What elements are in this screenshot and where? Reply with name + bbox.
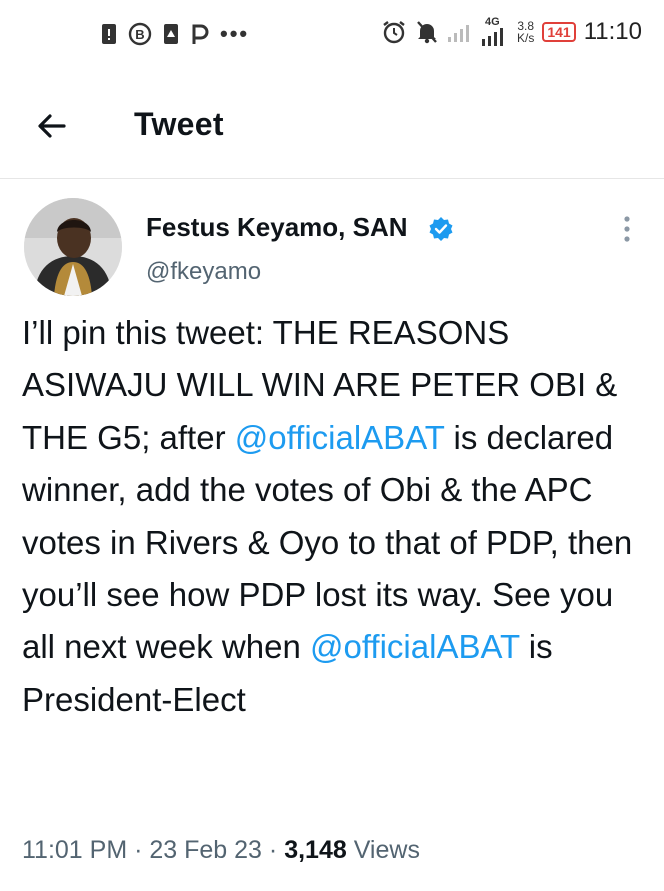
network-speed: 3.8 K/s bbox=[517, 20, 534, 44]
status-time: 11:10 bbox=[583, 18, 642, 45]
mute-bell-icon bbox=[417, 21, 437, 44]
back-arrow-icon[interactable] bbox=[34, 108, 70, 144]
tweet-meta: 11:01 PM · 23 Feb 23 · 3,148 Views bbox=[22, 836, 420, 865]
tweet-text: I’ll pin this tweet: THE REASONS ASIWAJU… bbox=[22, 307, 652, 726]
alarm-icon bbox=[383, 21, 405, 44]
signal-weak-icon bbox=[448, 25, 470, 42]
avatar-image bbox=[24, 198, 122, 296]
download-notice-icon bbox=[164, 24, 178, 44]
avatar[interactable] bbox=[24, 198, 122, 296]
status-bar: B ••• 4G 3.8 K/s 141 11:10 bbox=[0, 0, 664, 72]
separator: · bbox=[261, 836, 285, 864]
signal-4g: 4G bbox=[481, 16, 509, 46]
verified-badge-icon bbox=[429, 217, 453, 241]
sim-card-icon bbox=[102, 24, 116, 44]
mention-link[interactable]: @officialABAT bbox=[310, 628, 520, 665]
tweet-time: 11:01 PM bbox=[22, 836, 128, 864]
author-name[interactable]: Festus Keyamo, SAN bbox=[146, 212, 408, 243]
separator: · bbox=[127, 836, 150, 864]
views-count: 3,148 bbox=[284, 836, 347, 864]
p-app-icon bbox=[192, 24, 209, 44]
signal-strong-icon bbox=[482, 28, 504, 46]
app-header: Tweet bbox=[0, 72, 664, 179]
status-right: 4G 3.8 K/s 141 11:10 bbox=[381, 16, 642, 46]
views-label[interactable]: Views bbox=[354, 836, 420, 864]
svg-text:B: B bbox=[135, 27, 144, 42]
status-left-icons: B ••• bbox=[100, 20, 249, 48]
author-handle[interactable]: @fkeyamo bbox=[146, 258, 261, 286]
b-circle-icon: B bbox=[128, 22, 152, 46]
speed-unit: K/s bbox=[517, 31, 535, 45]
battery-indicator: 141 bbox=[542, 22, 576, 42]
more-notifications-dots: ••• bbox=[220, 21, 250, 46]
page-title: Tweet bbox=[134, 106, 224, 142]
more-options-icon[interactable] bbox=[616, 214, 638, 244]
mention-link[interactable]: @officialABAT bbox=[235, 419, 445, 456]
tweet-date: 23 Feb 23 bbox=[149, 836, 262, 864]
